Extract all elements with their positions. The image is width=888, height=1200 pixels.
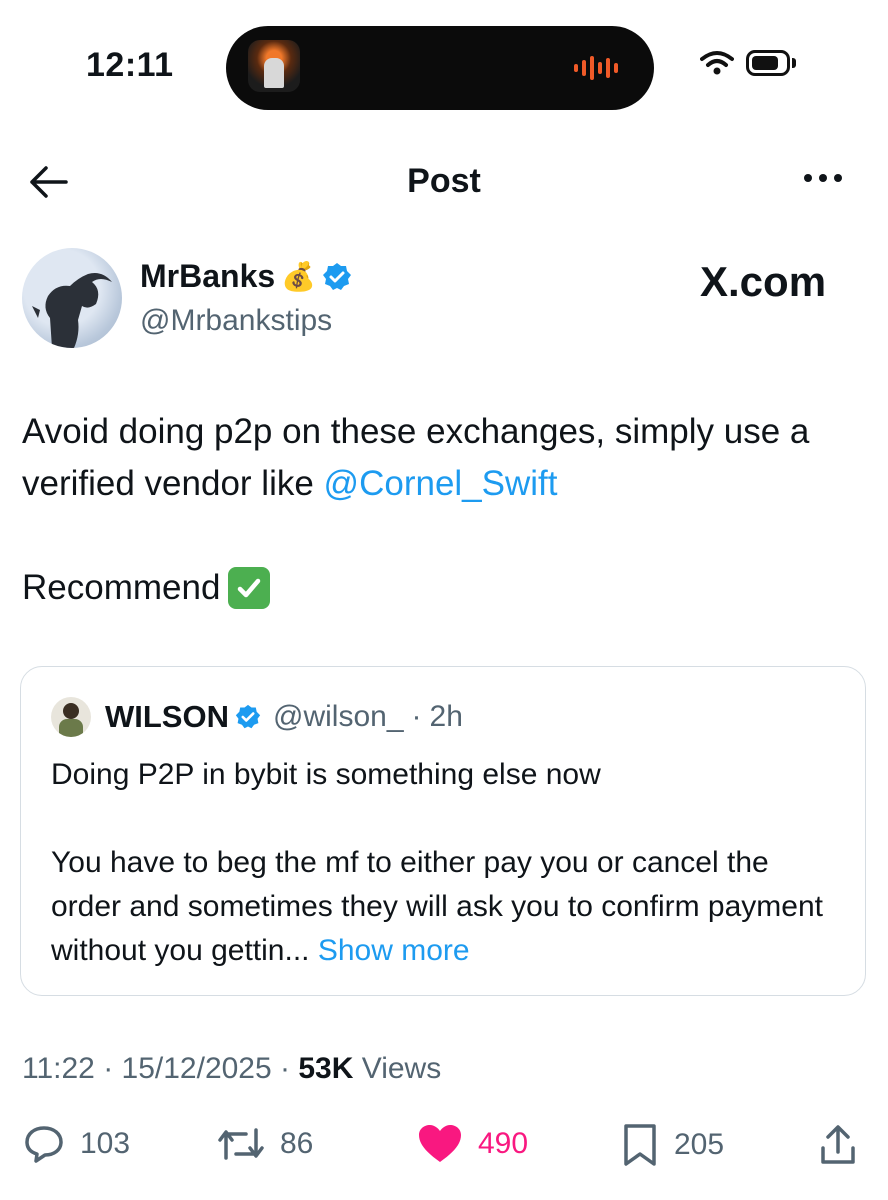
author-avatar[interactable] (22, 248, 122, 348)
more-options-icon[interactable] (804, 174, 842, 182)
quoted-post-card[interactable]: WILSON @wilson_ · 2h Doing P2P in bybit … (20, 666, 866, 996)
author-name-row[interactable]: MrBanks 💰 (140, 258, 352, 295)
goat-silhouette-icon (32, 273, 112, 348)
views-count[interactable]: 53K (298, 1052, 353, 1085)
post-text: Avoid doing p2p on these exchanges, simp… (22, 406, 868, 510)
quoted-author-handle: @wilson_ (273, 700, 404, 733)
battery-icon (746, 50, 790, 76)
quoted-author-name: WILSON (105, 699, 229, 734)
audio-waveform-icon (574, 56, 618, 80)
bookmark-count: 205 (674, 1128, 725, 1161)
reply-button[interactable]: 103 (22, 1122, 130, 1166)
post-recommend-line: Recommend (22, 562, 271, 614)
x-com-watermark: X.com (700, 258, 827, 305)
like-count: 490 (478, 1127, 529, 1160)
author-name[interactable]: MrBanks (140, 258, 275, 295)
post-time: 11:22 (22, 1052, 95, 1085)
share-icon (821, 1125, 855, 1164)
repost-icon (218, 1128, 264, 1160)
money-bag-emoji: 💰 (281, 261, 317, 292)
reply-count: 103 (80, 1127, 131, 1160)
reply-icon (25, 1126, 63, 1163)
post-date: 15/12/2025 (121, 1052, 272, 1085)
heart-icon (419, 1125, 461, 1162)
like-button[interactable]: 490 (416, 1122, 528, 1166)
bookmark-button[interactable]: 205 (620, 1122, 724, 1168)
share-button[interactable] (818, 1122, 858, 1168)
mention-link[interactable]: @Cornel_Swift (324, 464, 558, 503)
bookmark-icon (624, 1124, 656, 1166)
quoted-author-avatar[interactable] (51, 697, 91, 737)
views-label: Views (353, 1052, 442, 1085)
quoted-time: 2h (429, 700, 463, 733)
recommend-text: Recommend (22, 568, 221, 607)
quoted-separator: · (411, 700, 422, 733)
wifi-icon (700, 51, 734, 75)
author-handle[interactable]: @Mrbankstips (140, 304, 332, 338)
check-mark-emoji-icon (228, 567, 271, 609)
action-bar: 103 86 490 205 (0, 1122, 888, 1172)
repost-count: 86 (280, 1127, 314, 1160)
status-icons (700, 50, 796, 76)
verified-badge-icon (323, 262, 352, 290)
meta-separator: · (271, 1052, 299, 1085)
meta-separator: · (94, 1052, 122, 1085)
repost-button[interactable]: 86 (216, 1122, 313, 1166)
verified-badge-icon (235, 704, 261, 729)
now-playing-artwork (248, 40, 300, 92)
page-title: Post (407, 162, 481, 200)
show-more-link[interactable]: Show more (318, 934, 470, 967)
quoted-first-line: Doing P2P in bybit is something else now (51, 758, 601, 791)
quoted-post-text: Doing P2P in bybit is something else now… (51, 753, 841, 973)
dynamic-island[interactable] (226, 26, 654, 110)
post-meta: 11:22 · 15/12/2025 · 53K Views (22, 1052, 441, 1086)
quoted-post-header: WILSON @wilson_ · 2h (51, 697, 463, 737)
status-time: 12:11 (86, 46, 174, 84)
